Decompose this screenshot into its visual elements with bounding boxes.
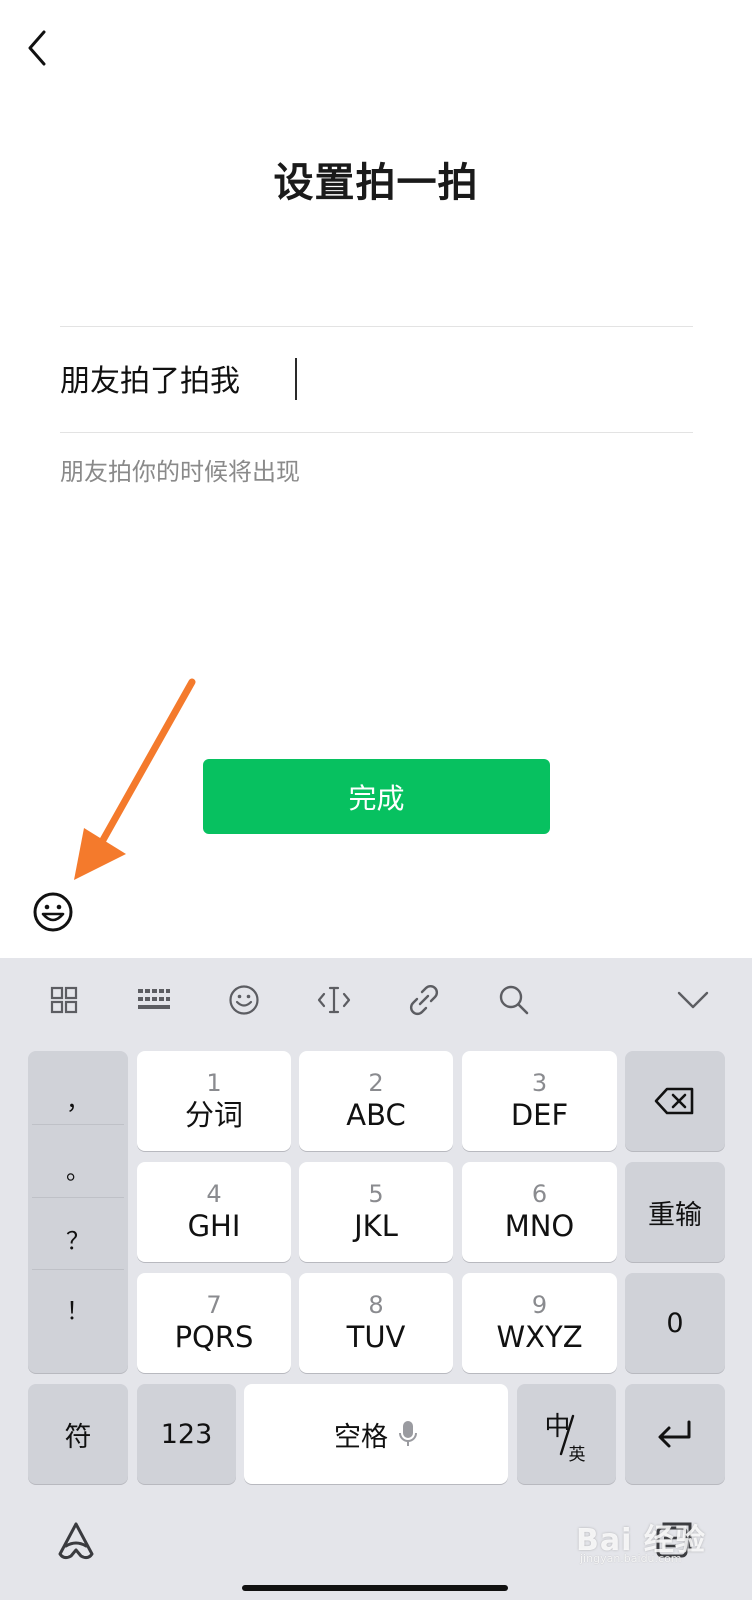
text-caret (295, 358, 297, 400)
punctuation-column: ， 。 ？ ！ (28, 1051, 128, 1373)
backspace-icon (654, 1087, 694, 1115)
watermark-url: jingyan.baidu.com (580, 1552, 682, 1565)
kb-hide-button[interactable] (673, 980, 713, 1020)
divider-top (60, 326, 693, 327)
kb-menu-button[interactable] (44, 980, 84, 1020)
key-label: PQRS (174, 1320, 254, 1354)
grid-icon (50, 986, 78, 1014)
key-number: 2 (368, 1069, 384, 1097)
search-icon (499, 985, 529, 1015)
punct-separator (32, 1269, 124, 1270)
punct-comma-key[interactable]: ， (28, 1081, 128, 1116)
symbols-label: 符 (64, 1421, 92, 1453)
return-icon (658, 1420, 691, 1448)
enter-key[interactable] (625, 1384, 725, 1484)
language-switch-glyph: 中 英 (537, 1404, 597, 1465)
key-number: 8 (368, 1291, 384, 1319)
lang-bottom-label: 英 (568, 1445, 586, 1465)
kb-link-button[interactable] (404, 980, 444, 1020)
smiley-icon (33, 892, 73, 932)
key-6[interactable]: 6 MNO (462, 1162, 617, 1262)
kb-search-button[interactable] (494, 980, 534, 1020)
space-label: 空格 (334, 1421, 388, 1453)
space-key[interactable]: 空格 (244, 1384, 508, 1484)
punct-period-key[interactable]: 。 (28, 1151, 128, 1186)
symbols-key[interactable]: 符 (28, 1384, 128, 1484)
key-4[interactable]: 4 GHI (137, 1162, 291, 1262)
key-5[interactable]: 5 JKL (299, 1162, 453, 1262)
key-label: 分词 (184, 1098, 243, 1132)
punct-separator (32, 1197, 124, 1198)
numbers-key[interactable]: 123 (137, 1384, 236, 1484)
key-label: WXYZ (496, 1320, 583, 1354)
kb-layout-button[interactable] (134, 980, 174, 1020)
assistant-logo-icon (58, 1522, 94, 1560)
key-number: 1 (206, 1069, 222, 1097)
emoji-button[interactable] (31, 890, 75, 934)
page-title: 设置拍一拍 (273, 160, 479, 206)
key-number: 9 (531, 1291, 548, 1319)
done-button[interactable]: 完成 (203, 759, 550, 834)
key-number: 4 (206, 1180, 222, 1208)
backspace-key[interactable] (625, 1051, 725, 1151)
divider-bottom (60, 432, 693, 433)
reenter-label: 重输 (648, 1199, 702, 1231)
reenter-key[interactable]: 重输 (625, 1162, 725, 1262)
input-hint: 朋友拍你的时候将出现 (60, 458, 300, 486)
punct-exclaim-key[interactable]: ！ (28, 1291, 128, 1326)
link-icon (410, 985, 438, 1015)
smiley-icon (229, 985, 259, 1015)
key-label: JKL (354, 1209, 398, 1243)
key-7[interactable]: 7 PQRS (137, 1273, 291, 1373)
punct-separator (32, 1124, 124, 1125)
key-8[interactable]: 8 TUV (299, 1273, 453, 1373)
key-number: 3 (531, 1069, 548, 1097)
key-label: DEF (510, 1098, 569, 1132)
punct-question-key[interactable]: ？ (28, 1221, 128, 1256)
key-label: GHI (187, 1209, 241, 1243)
assistant-button[interactable] (54, 1520, 98, 1564)
key-3[interactable]: 3 DEF (462, 1051, 617, 1151)
key-2[interactable]: 2 ABC (299, 1051, 453, 1151)
numbers-label: 123 (160, 1418, 213, 1450)
cursor-icon (317, 986, 351, 1014)
key-0[interactable]: 0 (625, 1273, 725, 1373)
kb-cursor-button[interactable] (314, 980, 354, 1020)
key-label: 0 (666, 1307, 684, 1339)
home-indicator (242, 1585, 508, 1591)
microphone-icon (399, 1421, 417, 1446)
key-label: ABC (346, 1098, 406, 1132)
key-label: MNO (504, 1209, 575, 1243)
key-number: 7 (206, 1291, 222, 1319)
key-label: TUV (346, 1320, 406, 1354)
key-9[interactable]: 9 WXYZ (462, 1273, 617, 1373)
keyboard-icon (138, 989, 170, 1009)
back-button[interactable] (18, 26, 58, 66)
key-number: 6 (531, 1180, 548, 1208)
language-switch-key[interactable]: 中 英 (517, 1384, 616, 1484)
annotation-arrow-icon (74, 678, 196, 880)
key-number: 5 (368, 1180, 384, 1208)
chevron-left-icon (28, 30, 46, 66)
key-1[interactable]: 1 分词 (137, 1051, 291, 1151)
pat-text-input[interactable]: 朋友拍了拍我 (60, 356, 240, 400)
kb-emoji-button[interactable] (224, 980, 264, 1020)
chevron-down-icon (677, 991, 709, 1009)
